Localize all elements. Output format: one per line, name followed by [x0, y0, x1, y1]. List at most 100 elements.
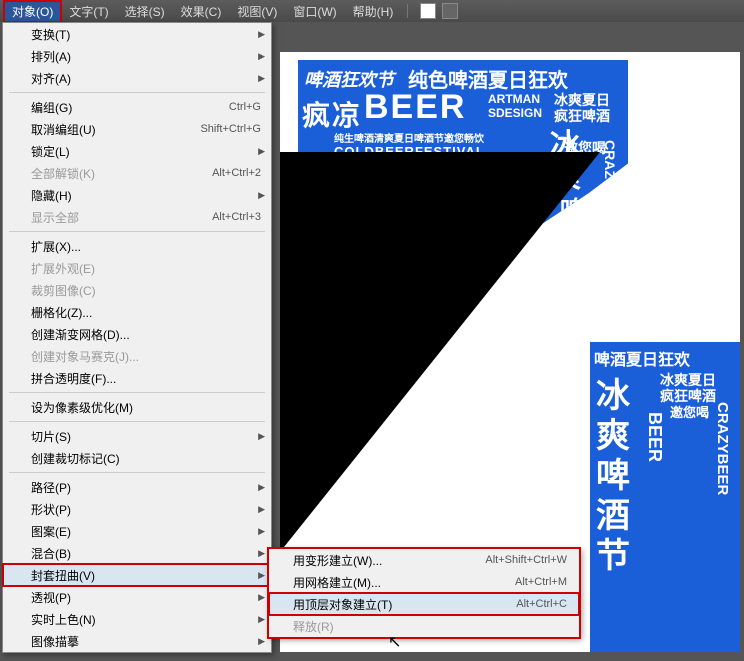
menu-item-label: 裁剪图像(C): [31, 282, 261, 299]
submenu-arrow-icon: ▶: [258, 431, 265, 442]
text-block-right[interactable]: 啤酒夏日狂欢 冰爽夏日 疯狂啤酒 邀您喝 冰 爽 啤 酒 节 CRAZYBEER…: [590, 342, 740, 652]
menu-item[interactable]: 图像描摹▶: [3, 630, 271, 652]
submenu-arrow-icon: ▶: [258, 190, 265, 201]
art-text: CRAZYBEER: [602, 140, 618, 227]
menu-item[interactable]: 排列(A)▶: [3, 45, 271, 67]
menu-item-label: 取消编组(U): [31, 121, 200, 138]
submenu-arrow-icon: ▶: [258, 636, 265, 647]
submenu-arrow-icon: ▶: [258, 592, 265, 603]
submenu-arrow-icon: ▶: [258, 146, 265, 157]
menu-item-label: 切片(S): [31, 428, 261, 445]
menu-item[interactable]: 形状(P)▶: [3, 498, 271, 520]
menu-item-label: 透视(P): [31, 589, 261, 606]
menu-item-label: 扩展外观(E): [31, 260, 261, 277]
menu-item[interactable]: 创建渐变网格(D)...: [3, 323, 271, 345]
menu-item[interactable]: 封套扭曲(V)▶: [3, 564, 271, 586]
menu-item[interactable]: 隐藏(H)▶: [3, 184, 271, 206]
submenu-item[interactable]: 用变形建立(W)...Alt+Shift+Ctrl+W: [269, 549, 579, 571]
submenu-item-label: 用顶层对象建立(T): [293, 596, 516, 613]
menu-item-label: 混合(B): [31, 545, 261, 562]
menu-item-shortcut: Shift+Ctrl+G: [200, 123, 261, 135]
art-text: BEER: [364, 88, 466, 127]
menu-item-label: 全部解锁(K): [31, 165, 212, 182]
menu-separator: [9, 92, 265, 93]
submenu-arrow-icon: ▶: [258, 548, 265, 559]
art-text: 啤酒夏日狂欢: [594, 346, 690, 370]
menu-object[interactable]: 对象(O): [4, 1, 61, 22]
menu-effect[interactable]: 效果(C): [173, 1, 230, 22]
menu-item-label: 图案(E): [31, 523, 261, 540]
menu-item[interactable]: 设为像素级优化(M): [3, 396, 271, 418]
menu-item[interactable]: 实时上色(N)▶: [3, 608, 271, 630]
separator: [407, 4, 408, 18]
menu-item-label: 编组(G): [31, 99, 229, 116]
menu-item-label: 形状(P): [31, 501, 261, 518]
submenu-arrow-icon: ▶: [258, 614, 265, 625]
menu-item-label: 隐藏(H): [31, 187, 261, 204]
menu-item[interactable]: 切片(S)▶: [3, 425, 271, 447]
submenu-arrow-icon: ▶: [258, 51, 265, 62]
menu-item[interactable]: 编组(G)Ctrl+G: [3, 96, 271, 118]
menu-item: 扩展外观(E): [3, 257, 271, 279]
menu-item-label: 拼合透明度(F)...: [31, 370, 261, 387]
menu-item[interactable]: 取消编组(U)Shift+Ctrl+G: [3, 118, 271, 140]
art-text: 节: [596, 528, 630, 577]
menu-item-label: 创建对象马赛克(J)...: [31, 348, 261, 365]
menu-item-shortcut: Alt+Ctrl+2: [212, 167, 261, 179]
menu-item-label: 图像描摹: [31, 633, 261, 650]
submenu-item[interactable]: 用顶层对象建立(T)Alt+Ctrl+C: [269, 593, 579, 615]
object-menu-dropdown: 变换(T)▶排列(A)▶对齐(A)▶编组(G)Ctrl+G取消编组(U)Shif…: [2, 22, 272, 653]
menu-item-label: 创建渐变网格(D)...: [31, 326, 261, 343]
menu-item-label: 封套扭曲(V): [31, 567, 261, 584]
menu-item[interactable]: 对齐(A)▶: [3, 67, 271, 89]
menu-item[interactable]: 扩展(X)...: [3, 235, 271, 257]
menu-item-label: 设为像素级优化(M): [31, 399, 261, 416]
menu-item[interactable]: 路径(P)▶: [3, 476, 271, 498]
submenu-item-shortcut: Alt+Ctrl+C: [516, 598, 567, 610]
swatch-light[interactable]: [420, 3, 436, 19]
menu-item[interactable]: 锁定(L)▶: [3, 140, 271, 162]
menu-item-label: 扩展(X)...: [31, 238, 261, 255]
submenu-item-shortcut: Alt+Shift+Ctrl+W: [485, 554, 567, 566]
menu-item-label: 栅格化(Z)...: [31, 304, 261, 321]
art-text: BEER: [644, 412, 665, 462]
submenu-arrow-icon: ▶: [258, 570, 265, 581]
submenu-arrow-icon: ▶: [258, 504, 265, 515]
menu-item-shortcut: Ctrl+G: [229, 101, 261, 113]
menu-item[interactable]: 变换(T)▶: [3, 23, 271, 45]
menu-item[interactable]: 混合(B)▶: [3, 542, 271, 564]
art-text: CRAZYBEER: [714, 402, 731, 495]
swatch-dark[interactable]: [442, 3, 458, 19]
menu-view[interactable]: 视图(V): [229, 1, 285, 22]
submenu-arrow-icon: ▶: [258, 526, 265, 537]
menu-item[interactable]: 栅格化(Z)...: [3, 301, 271, 323]
menu-separator: [9, 472, 265, 473]
menu-item-label: 对齐(A): [31, 70, 261, 87]
envelope-distort-submenu: 用变形建立(W)...Alt+Shift+Ctrl+W用网格建立(M)...Al…: [268, 548, 580, 638]
menu-item-label: 排列(A): [31, 48, 261, 65]
menu-item-label: 变换(T): [31, 26, 261, 43]
submenu-item[interactable]: 用网格建立(M)...Alt+Ctrl+M: [269, 571, 579, 593]
menu-bar: 对象(O) 文字(T) 选择(S) 效果(C) 视图(V) 窗口(W) 帮助(H…: [0, 0, 744, 23]
menu-help[interactable]: 帮助(H): [345, 1, 402, 22]
menu-select[interactable]: 选择(S): [117, 1, 173, 22]
menu-item[interactable]: 图案(E)▶: [3, 520, 271, 542]
submenu-item-label: 用网格建立(M)...: [293, 574, 515, 591]
art-text: 纯生啤酒清爽夏日啤酒节邀您畅饮: [334, 130, 484, 145]
menu-item-label: 显示全部: [31, 209, 212, 226]
menu-item-label: 创建裁切标记(C): [31, 450, 261, 467]
menu-item-label: 实时上色(N): [31, 611, 261, 628]
menu-type[interactable]: 文字(T): [61, 1, 116, 22]
art-text: ARTMAN: [488, 92, 540, 106]
art-text: 凉: [332, 94, 360, 134]
menu-item[interactable]: 透视(P)▶: [3, 586, 271, 608]
menu-window[interactable]: 窗口(W): [285, 1, 344, 22]
menu-separator: [9, 231, 265, 232]
menu-item[interactable]: 创建裁切标记(C): [3, 447, 271, 469]
black-triangle[interactable]: [280, 152, 600, 552]
submenu-item-label: 释放(R): [293, 618, 567, 635]
menu-item-label: 路径(P): [31, 479, 261, 496]
menu-item: 显示全部Alt+Ctrl+3: [3, 206, 271, 228]
menu-item[interactable]: 拼合透明度(F)...: [3, 367, 271, 389]
menu-separator: [9, 392, 265, 393]
